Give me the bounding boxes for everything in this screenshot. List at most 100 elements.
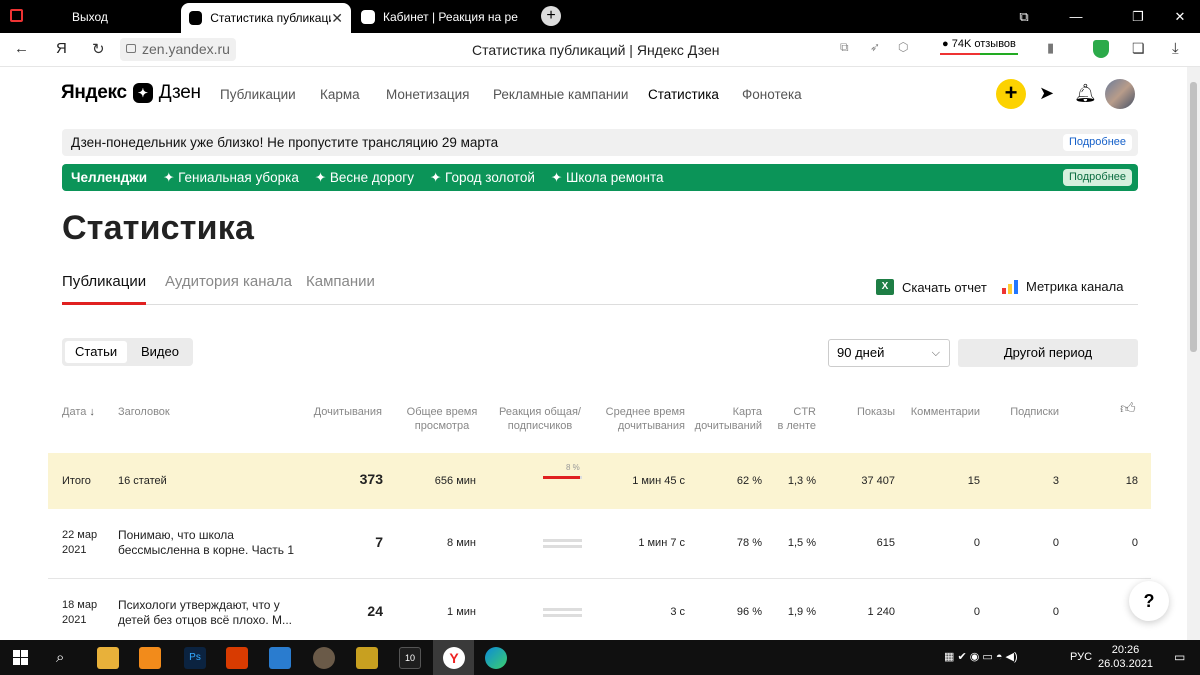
period-select[interactable]: 90 дней ⌵: [828, 339, 950, 367]
col-shows[interactable]: Показы: [830, 405, 895, 419]
rocket-icon[interactable]: ➶: [870, 40, 880, 54]
create-button[interactable]: +: [996, 79, 1026, 109]
challenge-link[interactable]: ✦ Школа ремонта: [551, 170, 664, 185]
yandex-browser-taskbar[interactable]: Y: [433, 640, 474, 675]
scrollbar-thumb[interactable]: [1190, 82, 1197, 352]
bell-icon[interactable]: 🔔︎: [1074, 83, 1097, 104]
close-window-icon[interactable]: ✕: [1160, 0, 1200, 33]
tabs-icon[interactable]: ⧉: [1004, 0, 1044, 33]
excel-icon: X: [876, 279, 894, 295]
page-heading: Статистика: [62, 209, 255, 247]
col-comments[interactable]: Комментарии: [900, 405, 980, 419]
download-report-link[interactable]: X Скачать отчет: [876, 279, 987, 295]
nav-statistics[interactable]: Статистика: [648, 87, 719, 102]
nav-monetization[interactable]: Монетизация: [386, 87, 469, 102]
col-avg-l1: Среднее время: [605, 406, 685, 418]
search-icon[interactable]: ⌕: [56, 649, 64, 666]
app-icon[interactable]: [356, 647, 378, 669]
total-shows: 37 407: [861, 475, 895, 487]
col-card-l2: дочитываний: [694, 420, 762, 432]
tray-icons[interactable]: ▦ ✔ ◉ ▭ ◓ ◀︎): [944, 650, 1018, 663]
yandex-home-icon[interactable]: Я: [56, 40, 67, 57]
nav-karma[interactable]: Карма: [320, 87, 360, 102]
yandex-menu-icon[interactable]: [10, 9, 23, 22]
col-card[interactable]: Карта дочитываний: [686, 405, 762, 433]
extension-icon[interactable]: ⬡: [898, 40, 908, 54]
office-icon[interactable]: [226, 647, 248, 669]
game-icon[interactable]: [313, 647, 335, 669]
address-bar: ← Я ↻ zen.yandex.ru Статистика публикаци…: [0, 33, 1200, 67]
language-indicator[interactable]: РУС: [1070, 651, 1092, 663]
send-icon[interactable]: ➤: [1039, 83, 1054, 104]
total-card: 62 %: [736, 475, 762, 487]
app-10-icon[interactable]: 10: [399, 647, 421, 669]
col-reads[interactable]: Дочитывания: [296, 405, 382, 419]
col-title[interactable]: Заголовок: [118, 405, 170, 419]
more-button[interactable]: Подробнее: [1062, 134, 1132, 151]
avatar[interactable]: [1105, 79, 1135, 109]
reload-icon[interactable]: ↻: [92, 40, 105, 58]
row-title[interactable]: Психологи утверждают, что у детей без отц…: [118, 598, 292, 628]
tab-exit[interactable]: Выход: [72, 0, 108, 33]
back-icon[interactable]: ←: [14, 40, 29, 57]
tab-statistics[interactable]: Статистика публикаций ✕: [181, 3, 351, 33]
edge-icon[interactable]: [485, 647, 507, 669]
col-date[interactable]: Дата ↓: [62, 405, 95, 419]
nav-phonoteka[interactable]: Фонотека: [742, 87, 802, 102]
challenge-link[interactable]: ✦ Весне дорогу: [315, 170, 414, 185]
clock-time: 20:26: [1111, 644, 1140, 656]
download-icon[interactable]: ⤓: [1172, 40, 1179, 57]
thumbs-up-icon[interactable]: 👍︎: [1120, 401, 1136, 416]
challenge-link[interactable]: ✦ Гениальная уборка: [163, 170, 299, 185]
tab-publications[interactable]: Публикации: [62, 273, 147, 305]
notifications-icon[interactable]: ▭: [1174, 650, 1185, 664]
tab-cabinet[interactable]: Кабинет | Реакция на ре: [361, 0, 531, 33]
row-avg: 1 мин 7 с: [638, 537, 685, 549]
url-field[interactable]: zen.yandex.ru: [120, 38, 236, 61]
nav-publications[interactable]: Публикации: [220, 87, 296, 102]
row-title[interactable]: Понимаю, что школа бессмысленна в корне. …: [118, 528, 294, 558]
restore-icon[interactable]: ❐: [1118, 0, 1158, 33]
metrika-link[interactable]: Метрика канала: [1002, 279, 1123, 294]
media-player-icon[interactable]: [139, 647, 161, 669]
file-explorer-icon[interactable]: [97, 647, 119, 669]
new-tab-button[interactable]: +: [541, 6, 561, 26]
protect-shield-icon[interactable]: [1093, 40, 1109, 58]
col-avg-time[interactable]: Среднее время дочитывания: [596, 405, 685, 433]
col-subscriptions[interactable]: Подписки: [990, 405, 1059, 419]
help-button[interactable]: ?: [1129, 581, 1169, 621]
table-row[interactable]: 18 мар 2021 Психологи утверждают, что у де…: [48, 579, 1151, 649]
tab-audience[interactable]: Аудитория канала: [165, 273, 292, 290]
row-ctr: 1,5 %: [787, 537, 816, 549]
share-icon[interactable]: ⧉: [840, 40, 849, 55]
windows-start-icon[interactable]: [13, 650, 28, 665]
total-subs: 3: [1052, 475, 1059, 487]
segment-articles[interactable]: Статьи: [65, 341, 128, 363]
segment-video[interactable]: Видео: [131, 341, 189, 363]
clock[interactable]: 20:26 26.03.2021: [1098, 643, 1153, 671]
close-tab-icon[interactable]: ✕: [331, 10, 343, 27]
photoshop-icon[interactable]: Ps: [184, 647, 206, 669]
col-total-time-l1: Общее время: [406, 406, 478, 418]
nav-ad-campaigns[interactable]: Рекламные кампании: [493, 87, 628, 102]
reviews-badge[interactable]: ● 74K отзывов: [940, 38, 1018, 55]
metrika-label: Метрика канала: [1026, 279, 1124, 294]
logo[interactable]: Яндекс ✦ Дзен: [61, 82, 201, 104]
col-reaction[interactable]: Реакция общая/подписчиков: [492, 405, 588, 433]
minimize-icon[interactable]: —: [1056, 0, 1096, 33]
col-total-time[interactable]: Общее время просмотра: [398, 405, 486, 433]
challenges-more-button[interactable]: Подробнее: [1062, 169, 1132, 186]
other-period-button[interactable]: Другой период: [958, 339, 1138, 367]
collections-icon[interactable]: ❏: [1132, 40, 1145, 57]
col-ctr[interactable]: CTR в ленте: [766, 405, 816, 433]
bookmark-icon[interactable]: ▮: [1047, 40, 1054, 56]
tab-campaigns[interactable]: Кампании: [306, 273, 375, 290]
col-ctr-l2: в ленте: [777, 420, 816, 432]
col-total-time-l2: просмотра: [414, 420, 470, 432]
challenge-link[interactable]: ✦ Город золотой: [430, 170, 535, 185]
table-row[interactable]: 22 мар 2021 Понимаю, что школа бессмысленн…: [48, 509, 1151, 579]
scrollbar[interactable]: [1187, 67, 1200, 640]
period-value: 90 дней: [837, 345, 885, 360]
photos-icon[interactable]: [269, 647, 291, 669]
site-header: Яндекс ✦ Дзен Публикации Карма Монетизация…: [0, 67, 1190, 122]
